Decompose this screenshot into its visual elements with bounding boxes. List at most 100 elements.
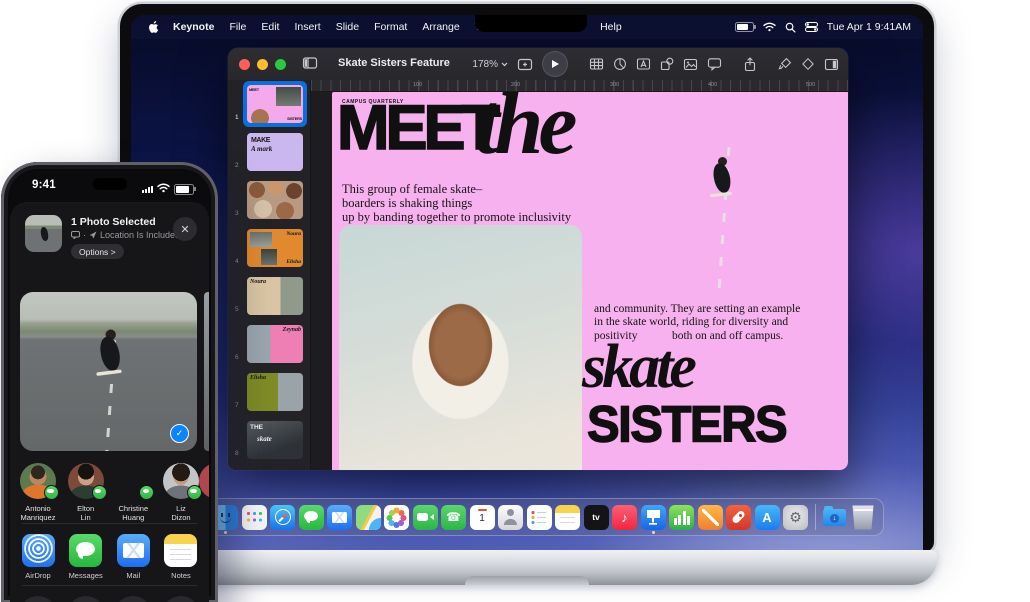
- music-dock-icon[interactable]: ♪: [612, 505, 637, 530]
- numbers-dock-icon[interactable]: [669, 505, 694, 530]
- menu-item-help[interactable]: Help: [600, 21, 622, 33]
- media-icon[interactable]: [683, 58, 698, 71]
- contacts-dock-icon[interactable]: [498, 505, 523, 530]
- view-sidebar-toggle-icon[interactable]: [302, 56, 318, 70]
- divider: [22, 585, 197, 586]
- menu-item-format[interactable]: Format: [374, 21, 407, 33]
- mail-option[interactable]: Mail: [111, 534, 155, 580]
- close-button[interactable]: ✕: [173, 217, 197, 241]
- phone-dock-icon[interactable]: ☎: [441, 505, 466, 530]
- contact-name: Elton Lin: [77, 504, 94, 523]
- messages-option[interactable]: Messages: [64, 534, 108, 580]
- messages-icon: [69, 534, 102, 567]
- wifi-icon: [157, 180, 170, 198]
- add-to-album-action-button[interactable]: [114, 596, 152, 602]
- system-settings-dock-icon[interactable]: ⚙: [783, 505, 808, 530]
- contact-elton[interactable]: Elton Lin: [64, 463, 108, 523]
- safari-dock-icon[interactable]: [270, 505, 295, 530]
- messages-badge-icon: [44, 485, 59, 500]
- battery-icon: [174, 184, 194, 195]
- battery-icon[interactable]: [735, 22, 754, 33]
- menu-clock[interactable]: Tue Apr 1 9:41AM: [827, 21, 911, 33]
- airplay-action-button[interactable]: [162, 596, 200, 602]
- downloads-dock-icon[interactable]: ↓: [822, 505, 847, 530]
- trash-dock-icon[interactable]: [851, 505, 876, 530]
- animate-icon[interactable]: [801, 57, 815, 71]
- pages-dock-icon[interactable]: [698, 505, 723, 530]
- thumb-image: MEET SISTERS: [247, 85, 303, 123]
- add-slide-button[interactable]: [517, 58, 533, 71]
- tv-dock-icon[interactable]: tv: [584, 505, 609, 530]
- iphone-screen: 9:41 1 Photo Selected ·: [10, 171, 209, 602]
- app-store-dock-icon[interactable]: A: [755, 505, 780, 530]
- selected-photo[interactable]: ✓: [20, 292, 197, 451]
- options-button[interactable]: Options >: [71, 244, 124, 259]
- comment-icon[interactable]: [707, 57, 722, 71]
- close-window-button[interactable]: [239, 59, 250, 70]
- slide-thumbnail-4[interactable]: 4 Noura Elisha: [228, 224, 310, 272]
- slide-thumbnail-6[interactable]: 6 Zeynab: [228, 320, 310, 368]
- share-icon[interactable]: [743, 57, 757, 72]
- menu-item-edit[interactable]: Edit: [261, 21, 279, 33]
- slide-headline-meet[interactable]: MEET: [337, 100, 496, 157]
- slide-editor[interactable]: CAMPUS QUARTERLY MEET the This group of …: [332, 92, 848, 470]
- control-center-icon[interactable]: [805, 22, 818, 32]
- contact-antonio[interactable]: Antonio Manriquez: [16, 463, 60, 523]
- slide-photo-skater[interactable]: [591, 97, 842, 296]
- iphone-status-bar: 9:41: [10, 171, 209, 197]
- copy-action-button[interactable]: [19, 596, 57, 602]
- messages-dock-icon[interactable]: [299, 505, 324, 530]
- menu-item-arrange[interactable]: Arrange: [422, 21, 459, 33]
- notes-option[interactable]: Notes: [159, 534, 203, 580]
- scene: Keynote File Edit Insert Slide Format Ar…: [0, 0, 1030, 602]
- keynote-dock-icon[interactable]: [641, 505, 666, 530]
- slide-thumbnail-2[interactable]: 2 MAKE A mark: [228, 128, 310, 176]
- chart-icon[interactable]: [613, 57, 627, 71]
- notes-icon: [164, 534, 197, 567]
- menu-item-file[interactable]: File: [229, 21, 246, 33]
- table-icon[interactable]: [589, 57, 604, 71]
- slide-thumbnail-8[interactable]: 8 THE skate: [228, 416, 310, 464]
- maps-dock-icon[interactable]: [356, 505, 381, 530]
- notes-dock-icon[interactable]: [555, 505, 580, 530]
- shared-album-action-button[interactable]: [67, 596, 105, 602]
- slide-canvas: 100 200 300 400 500 CAMPUS QUARTERLY MEE…: [311, 80, 848, 470]
- spotlight-search-icon[interactable]: [785, 22, 796, 33]
- reminders-dock-icon[interactable]: [527, 505, 552, 530]
- next-photo-edge[interactable]: [204, 292, 209, 451]
- slide-thumbnail-3[interactable]: 3: [228, 176, 310, 224]
- menu-item-slide[interactable]: Slide: [336, 21, 359, 33]
- mail-dock-icon[interactable]: [327, 505, 352, 530]
- fullscreen-window-button[interactable]: [275, 59, 286, 70]
- document-panel-icon[interactable]: [824, 58, 839, 71]
- zoom-level-dropdown[interactable]: 178%: [472, 59, 508, 70]
- format-brush-icon[interactable]: [778, 57, 792, 71]
- slide-headline-sisters[interactable]: SISTERS: [587, 396, 786, 454]
- share-actions-row: [16, 596, 203, 602]
- text-box-icon[interactable]: [636, 57, 651, 71]
- slide-thumbnail-7[interactable]: 7 Elisha: [228, 368, 310, 416]
- apple-menu-icon[interactable]: [147, 21, 158, 34]
- wifi-icon[interactable]: [763, 22, 776, 32]
- slide-intro-text[interactable]: This group of female skate– boarders is …: [342, 182, 622, 224]
- contact-christine[interactable]: Christine Huang: [111, 463, 155, 523]
- contact-liz[interactable]: Liz Dizon: [159, 463, 203, 523]
- play-button[interactable]: [542, 51, 568, 77]
- rocket-app-dock-icon[interactable]: [726, 505, 751, 530]
- slide-thumbnail-1[interactable]: 1 MEET SISTERS: [228, 80, 310, 128]
- menu-item-insert[interactable]: Insert: [294, 21, 320, 33]
- slide-thumbnail-5[interactable]: 5 Noura: [228, 272, 310, 320]
- airdrop-option[interactable]: AirDrop: [16, 534, 60, 580]
- menu-item-keynote[interactable]: Keynote: [173, 21, 214, 33]
- facetime-dock-icon[interactable]: [413, 505, 438, 530]
- calendar-dock-icon[interactable]: 1: [470, 505, 495, 530]
- minimize-window-button[interactable]: [257, 59, 268, 70]
- slide-headline-skate[interactable]: skate: [582, 332, 693, 403]
- slide-photo-portrait[interactable]: [339, 225, 582, 470]
- photos-dock-icon[interactable]: [384, 505, 409, 530]
- thumb-image: [247, 181, 303, 219]
- macbook: Keynote File Edit Insert Slide Format Ar…: [120, 4, 934, 585]
- launchpad-dock-icon[interactable]: [242, 505, 267, 530]
- shape-icon[interactable]: [660, 57, 674, 71]
- slide-headline-the[interactable]: the: [475, 92, 572, 175]
